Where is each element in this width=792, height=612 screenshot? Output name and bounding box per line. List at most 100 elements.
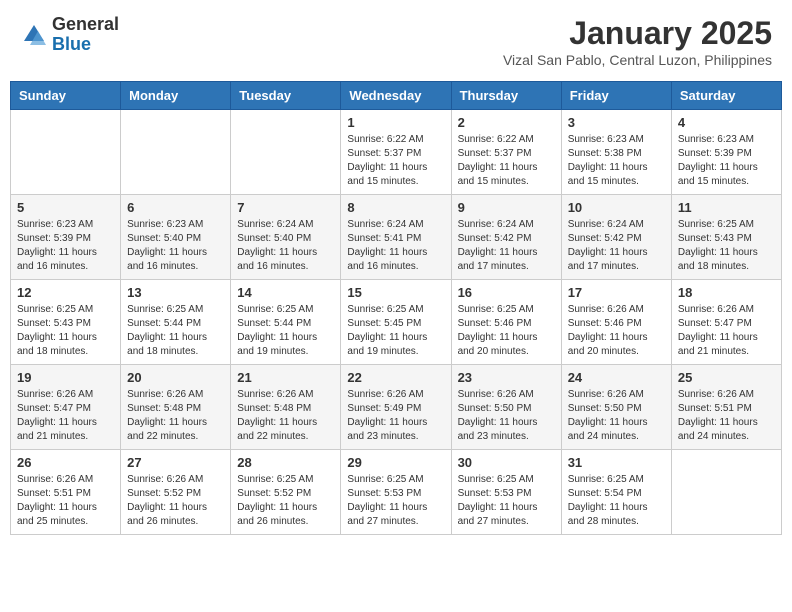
day-info: Sunrise: 6:26 AM Sunset: 5:47 PM Dayligh…: [17, 388, 114, 444]
calendar-cell: 13 Sunrise: 6:25 AM Sunset: 5:44 PM Dayli…: [121, 280, 231, 365]
logo: General Blue: [20, 15, 119, 55]
page-header: General Blue January 2025 Vizal San Pabl…: [10, 10, 782, 73]
location-subtitle: Vizal San Pablo, Central Luzon, Philippi…: [503, 52, 772, 68]
weekday-header-friday: Friday: [561, 82, 671, 110]
calendar-week-2: 12 Sunrise: 6:25 AM Sunset: 5:43 PM Dayli…: [11, 280, 782, 365]
day-info: Sunrise: 6:26 AM Sunset: 5:48 PM Dayligh…: [237, 388, 334, 444]
logo-general: General: [52, 15, 119, 35]
weekday-header-monday: Monday: [121, 82, 231, 110]
day-info: Sunrise: 6:26 AM Sunset: 5:50 PM Dayligh…: [458, 388, 555, 444]
day-number: 20: [127, 370, 224, 385]
calendar-week-1: 5 Sunrise: 6:23 AM Sunset: 5:39 PM Daylig…: [11, 195, 782, 280]
logo-text: General Blue: [52, 15, 119, 55]
day-number: 31: [568, 455, 665, 470]
day-info: Sunrise: 6:23 AM Sunset: 5:40 PM Dayligh…: [127, 218, 224, 274]
calendar-cell: 16 Sunrise: 6:25 AM Sunset: 5:46 PM Dayli…: [451, 280, 561, 365]
day-number: 30: [458, 455, 555, 470]
weekday-header-thursday: Thursday: [451, 82, 561, 110]
day-number: 11: [678, 200, 775, 215]
calendar-cell: 3 Sunrise: 6:23 AM Sunset: 5:38 PM Daylig…: [561, 110, 671, 195]
day-info: Sunrise: 6:22 AM Sunset: 5:37 PM Dayligh…: [458, 133, 555, 189]
day-number: 19: [17, 370, 114, 385]
weekday-header-wednesday: Wednesday: [341, 82, 451, 110]
day-number: 23: [458, 370, 555, 385]
calendar-cell: 22 Sunrise: 6:26 AM Sunset: 5:49 PM Dayli…: [341, 365, 451, 450]
day-info: Sunrise: 6:26 AM Sunset: 5:48 PM Dayligh…: [127, 388, 224, 444]
calendar-cell: [11, 110, 121, 195]
day-info: Sunrise: 6:26 AM Sunset: 5:51 PM Dayligh…: [17, 473, 114, 529]
day-number: 18: [678, 285, 775, 300]
calendar-cell: [231, 110, 341, 195]
calendar-cell: 31Sunrise: 6:25 AM Sunset: 5:54 PM Dayli…: [561, 450, 671, 535]
calendar-cell: 30 Sunrise: 6:25 AM Sunset: 5:53 PM Dayli…: [451, 450, 561, 535]
day-number: 16: [458, 285, 555, 300]
day-info: Sunrise: 6:25 AM Sunset: 5:44 PM Dayligh…: [127, 303, 224, 359]
day-info: Sunrise: 6:23 AM Sunset: 5:39 PM Dayligh…: [17, 218, 114, 274]
day-info: Sunrise: 6:25 AM Sunset: 5:43 PM Dayligh…: [678, 218, 775, 274]
calendar-cell: 4Sunrise: 6:23 AM Sunset: 5:39 PM Daylig…: [671, 110, 781, 195]
calendar-cell: 21 Sunrise: 6:26 AM Sunset: 5:48 PM Dayli…: [231, 365, 341, 450]
day-info: Sunrise: 6:25 AM Sunset: 5:43 PM Dayligh…: [17, 303, 114, 359]
calendar-cell: 14 Sunrise: 6:25 AM Sunset: 5:44 PM Dayli…: [231, 280, 341, 365]
weekday-row: SundayMondayTuesdayWednesdayThursdayFrid…: [11, 82, 782, 110]
day-number: 17: [568, 285, 665, 300]
calendar-cell: 2Sunrise: 6:22 AM Sunset: 5:37 PM Daylig…: [451, 110, 561, 195]
day-number: 27: [127, 455, 224, 470]
calendar-cell: 17Sunrise: 6:26 AM Sunset: 5:46 PM Dayli…: [561, 280, 671, 365]
calendar-cell: 19 Sunrise: 6:26 AM Sunset: 5:47 PM Dayli…: [11, 365, 121, 450]
day-info: Sunrise: 6:25 AM Sunset: 5:44 PM Dayligh…: [237, 303, 334, 359]
calendar-cell: 5 Sunrise: 6:23 AM Sunset: 5:39 PM Daylig…: [11, 195, 121, 280]
day-number: 22: [347, 370, 444, 385]
day-info: Sunrise: 6:23 AM Sunset: 5:38 PM Dayligh…: [568, 133, 665, 189]
day-number: 5: [17, 200, 114, 215]
logo-icon: [20, 21, 48, 49]
day-info: Sunrise: 6:25 AM Sunset: 5:52 PM Dayligh…: [237, 473, 334, 529]
calendar-cell: 28 Sunrise: 6:25 AM Sunset: 5:52 PM Dayli…: [231, 450, 341, 535]
day-info: Sunrise: 6:25 AM Sunset: 5:53 PM Dayligh…: [458, 473, 555, 529]
day-number: 24: [568, 370, 665, 385]
day-number: 14: [237, 285, 334, 300]
calendar-table: SundayMondayTuesdayWednesdayThursdayFrid…: [10, 81, 782, 535]
calendar-cell: 25Sunrise: 6:26 AM Sunset: 5:51 PM Dayli…: [671, 365, 781, 450]
calendar-header: SundayMondayTuesdayWednesdayThursdayFrid…: [11, 82, 782, 110]
day-info: Sunrise: 6:22 AM Sunset: 5:37 PM Dayligh…: [347, 133, 444, 189]
day-number: 6: [127, 200, 224, 215]
calendar-cell: 29 Sunrise: 6:25 AM Sunset: 5:53 PM Dayli…: [341, 450, 451, 535]
day-number: 29: [347, 455, 444, 470]
title-area: January 2025 Vizal San Pablo, Central Lu…: [503, 15, 772, 68]
calendar-cell: 1 Sunrise: 6:22 AM Sunset: 5:37 PM Daylig…: [341, 110, 451, 195]
day-number: 26: [17, 455, 114, 470]
weekday-header-sunday: Sunday: [11, 82, 121, 110]
calendar-cell: 11 Sunrise: 6:25 AM Sunset: 5:43 PM Dayli…: [671, 195, 781, 280]
day-info: Sunrise: 6:26 AM Sunset: 5:50 PM Dayligh…: [568, 388, 665, 444]
day-info: Sunrise: 6:24 AM Sunset: 5:42 PM Dayligh…: [458, 218, 555, 274]
day-number: 1: [347, 115, 444, 130]
day-info: Sunrise: 6:24 AM Sunset: 5:40 PM Dayligh…: [237, 218, 334, 274]
calendar-cell: 15Sunrise: 6:25 AM Sunset: 5:45 PM Dayli…: [341, 280, 451, 365]
calendar-cell: [671, 450, 781, 535]
calendar-body: 1 Sunrise: 6:22 AM Sunset: 5:37 PM Daylig…: [11, 110, 782, 535]
day-number: 7: [237, 200, 334, 215]
day-info: Sunrise: 6:26 AM Sunset: 5:49 PM Dayligh…: [347, 388, 444, 444]
calendar-cell: 26 Sunrise: 6:26 AM Sunset: 5:51 PM Dayli…: [11, 450, 121, 535]
calendar-week-0: 1 Sunrise: 6:22 AM Sunset: 5:37 PM Daylig…: [11, 110, 782, 195]
day-number: 13: [127, 285, 224, 300]
logo-blue: Blue: [52, 35, 119, 55]
calendar-cell: 12 Sunrise: 6:25 AM Sunset: 5:43 PM Dayli…: [11, 280, 121, 365]
day-number: 25: [678, 370, 775, 385]
calendar-cell: 18Sunrise: 6:26 AM Sunset: 5:47 PM Dayli…: [671, 280, 781, 365]
calendar-week-3: 19 Sunrise: 6:26 AM Sunset: 5:47 PM Dayli…: [11, 365, 782, 450]
day-info: Sunrise: 6:25 AM Sunset: 5:53 PM Dayligh…: [347, 473, 444, 529]
day-number: 21: [237, 370, 334, 385]
day-info: Sunrise: 6:24 AM Sunset: 5:41 PM Dayligh…: [347, 218, 444, 274]
calendar-week-4: 26 Sunrise: 6:26 AM Sunset: 5:51 PM Dayli…: [11, 450, 782, 535]
month-title: January 2025: [503, 15, 772, 52]
calendar-cell: 20 Sunrise: 6:26 AM Sunset: 5:48 PM Dayli…: [121, 365, 231, 450]
day-number: 3: [568, 115, 665, 130]
calendar-cell: 6 Sunrise: 6:23 AM Sunset: 5:40 PM Daylig…: [121, 195, 231, 280]
day-info: Sunrise: 6:25 AM Sunset: 5:46 PM Dayligh…: [458, 303, 555, 359]
day-number: 28: [237, 455, 334, 470]
day-number: 10: [568, 200, 665, 215]
day-number: 12: [17, 285, 114, 300]
calendar-cell: 8Sunrise: 6:24 AM Sunset: 5:41 PM Daylig…: [341, 195, 451, 280]
